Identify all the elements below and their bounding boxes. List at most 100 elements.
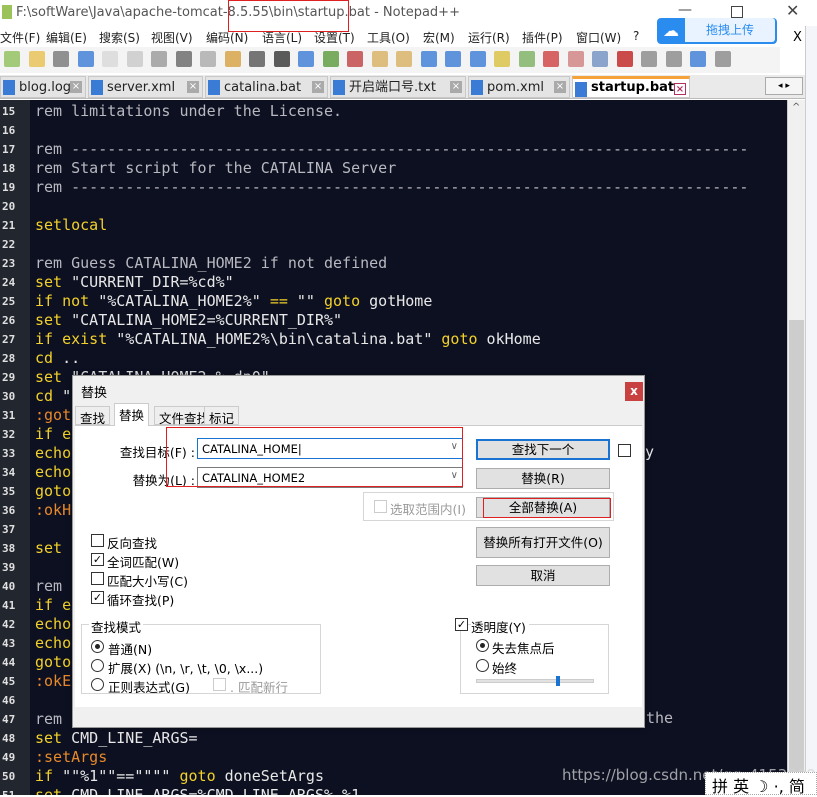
toolbar-button[interactable]: [53, 51, 69, 67]
maximize-button[interactable]: [731, 6, 743, 18]
transparency-radio[interactable]: [476, 639, 489, 652]
toolbar-button[interactable]: [641, 51, 657, 67]
transparency-radio[interactable]: [476, 659, 489, 672]
close-tab-icon[interactable]: ×: [554, 81, 566, 93]
tab-startup-bat[interactable]: startup.bat ×: [572, 76, 690, 98]
toolbar-button[interactable]: [494, 51, 510, 67]
close-tab-icon[interactable]: ×: [674, 83, 686, 95]
tab-replace[interactable]: 替换: [114, 403, 150, 426]
toolbar-button[interactable]: [273, 51, 290, 67]
in-selection-checkbox[interactable]: [374, 500, 387, 513]
code-token: cd: [35, 349, 54, 367]
search-mode-radio[interactable]: [91, 678, 104, 691]
find-next-button[interactable]: 查找下一个: [476, 439, 610, 460]
tab-server-xml[interactable]: server.xml ×: [88, 76, 203, 98]
option-checkbox[interactable]: ✓: [91, 591, 104, 604]
line-number: 37: [2, 523, 16, 536]
tab-label: pom.xml: [487, 80, 544, 95]
toolbar-button[interactable]: [567, 51, 584, 67]
tab-mark[interactable]: 标记: [204, 406, 240, 426]
dialog-close-button[interactable]: x: [625, 382, 643, 401]
close-tab-icon[interactable]: ×: [187, 81, 199, 93]
line-number: 51: [2, 789, 28, 795]
menu-item[interactable]: 插件(P): [522, 29, 563, 46]
cancel-button[interactable]: 取消: [476, 565, 610, 586]
code-fragment: the: [646, 709, 674, 727]
tab-label: startup.bat: [591, 80, 675, 95]
dot-newline-checkbox[interactable]: [213, 678, 226, 691]
toolbar-button[interactable]: [543, 51, 559, 67]
menu-item[interactable]: 窗口(W): [576, 29, 621, 46]
replace-all-open-files-button[interactable]: 替换所有打开文件(O): [476, 527, 610, 558]
code-line: rem Start script for the CATALINA Server: [35, 159, 396, 177]
toolbar-button[interactable]: [469, 51, 486, 67]
menu-item[interactable]: 设置(T): [314, 29, 355, 46]
toolbar-button[interactable]: [445, 51, 461, 67]
toolbar-button[interactable]: [102, 51, 118, 67]
transparency-checkbox[interactable]: ✓: [455, 618, 468, 631]
menu-item[interactable]: 搜索(S): [99, 29, 140, 46]
code-token: set: [35, 786, 63, 795]
line-number: 24: [2, 276, 16, 289]
close-tab-icon[interactable]: ×: [450, 81, 462, 93]
slider-thumb[interactable]: [556, 676, 561, 686]
toolbar-button[interactable]: [151, 51, 167, 67]
toolbar-button[interactable]: [175, 51, 192, 67]
toolbar-button[interactable]: [690, 51, 706, 67]
toolbar-button[interactable]: [28, 51, 45, 67]
tab-label: 开启端口号.txt: [349, 80, 437, 95]
option-checkbox[interactable]: [91, 572, 104, 585]
close-tab-icon[interactable]: ×: [312, 81, 324, 93]
transparency-slider[interactable]: [476, 676, 594, 686]
toolbar-button[interactable]: [77, 51, 94, 67]
vertical-scrollbar[interactable]: ^: [787, 100, 805, 795]
toolbar-button[interactable]: [420, 51, 437, 67]
toolbar-button[interactable]: [322, 51, 339, 67]
minimize-button[interactable]: —: [678, 2, 692, 18]
line-number: 29: [2, 371, 16, 384]
toolbar-button[interactable]: [347, 51, 363, 67]
toolbar-button[interactable]: [224, 51, 241, 67]
menu-item[interactable]: 编码(N): [206, 29, 248, 46]
menu-item[interactable]: 运行(R): [468, 29, 510, 46]
menu-item[interactable]: 语言(L): [262, 29, 302, 46]
toolbar-button[interactable]: [126, 51, 143, 67]
tab-catalina-bat[interactable]: catalina.bat ×: [205, 76, 328, 98]
menu-item[interactable]: 编辑(E): [46, 29, 87, 46]
toolbar-button[interactable]: [298, 51, 314, 67]
menu-item[interactable]: 工具(O): [367, 29, 410, 46]
scroll-up-icon[interactable]: ^: [792, 102, 800, 113]
menu-item[interactable]: 视图(V): [151, 29, 193, 46]
tab-scroll-buttons[interactable]: ◂ ▸: [765, 77, 803, 95]
line-number: 27: [2, 333, 16, 346]
search-mode-radio[interactable]: [91, 640, 104, 653]
toolbar-button[interactable]: [665, 51, 682, 67]
toolbar-button[interactable]: [616, 51, 633, 67]
tab-blog-log[interactable]: blog.log ×: [0, 76, 86, 98]
toolbar-button[interactable]: [396, 51, 412, 67]
menu-item[interactable]: 宏(M): [423, 29, 455, 46]
search-mode-radio[interactable]: [91, 659, 104, 672]
close-window-button[interactable]: ✕: [786, 1, 799, 20]
menu-item[interactable]: ?: [633, 29, 639, 43]
option-checkbox[interactable]: [91, 534, 104, 547]
file-icon: [208, 80, 220, 95]
ime-toolbar[interactable]: 拼 英 ☽ ·, 简: [705, 772, 817, 796]
toolbar-button[interactable]: [4, 51, 20, 67]
toolbar-button[interactable]: [518, 51, 535, 67]
replace-button[interactable]: 替换(R): [476, 468, 610, 489]
tab--txt[interactable]: 开启端口号.txt ×: [330, 76, 466, 98]
toolbar-button[interactable]: [714, 51, 731, 67]
toolbar-button[interactable]: [249, 51, 265, 67]
tab-find[interactable]: 查找: [75, 406, 111, 426]
toolbar-button[interactable]: [592, 51, 608, 67]
option-checkbox[interactable]: ✓: [91, 553, 104, 566]
close-tab-icon[interactable]: ×: [70, 81, 82, 93]
transparency-quick-checkbox[interactable]: [618, 444, 631, 457]
toolbar-button[interactable]: [200, 51, 216, 67]
menu-item[interactable]: 文件(F): [0, 29, 40, 46]
toolbar-button[interactable]: [371, 51, 388, 67]
tab-pom-xml[interactable]: pom.xml ×: [468, 76, 570, 98]
close-menu-button[interactable]: X: [793, 30, 802, 45]
scroll-thumb[interactable]: [789, 320, 804, 795]
